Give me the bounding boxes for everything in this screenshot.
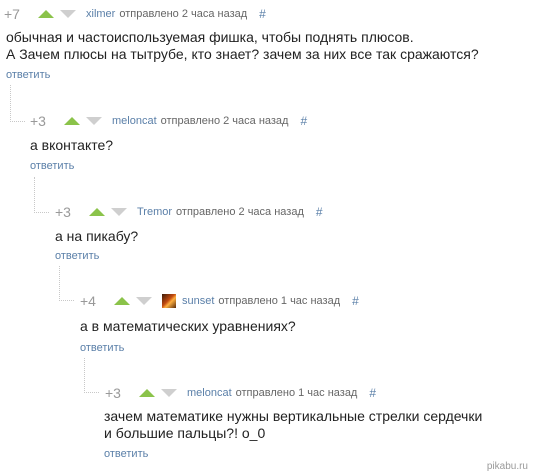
reply-link[interactable]: ответить (55, 250, 99, 262)
downvote-arrow-icon[interactable] (136, 297, 152, 305)
comment-score: +3 (55, 204, 71, 220)
thread-connector (59, 266, 74, 301)
comment-score: +3 (105, 385, 121, 401)
reply-link[interactable]: ответить (30, 160, 74, 172)
downvote-arrow-icon[interactable] (161, 389, 177, 397)
thread-connector (84, 358, 99, 393)
upvote-arrow-icon[interactable] (89, 208, 105, 216)
thread-connector (10, 85, 25, 122)
comment-header: +3 meloncat отправлено 2 часа назад # (30, 113, 307, 129)
comment-header: +3 meloncat отправлено 1 час назад # (105, 385, 376, 401)
comment-timestamp: отправлено 1 час назад (235, 387, 358, 399)
comment-permalink[interactable]: # (316, 205, 323, 219)
comment-header: +7 xilmer отправлено 2 часа назад # (4, 6, 266, 22)
downvote-arrow-icon[interactable] (60, 10, 76, 18)
comment-author[interactable]: Tremor (137, 206, 172, 218)
comment-author[interactable]: meloncat (187, 387, 232, 399)
upvote-arrow-icon[interactable] (114, 297, 130, 305)
upvote-arrow-icon[interactable] (38, 10, 54, 18)
comment-author[interactable]: meloncat (112, 115, 157, 127)
comment-timestamp: отправлено 1 час назад (218, 295, 341, 307)
comment-author[interactable]: xilmer (86, 8, 115, 20)
site-watermark: pikabu.ru (486, 461, 528, 472)
user-avatar-icon[interactable] (162, 294, 176, 308)
comment-permalink[interactable]: # (352, 294, 359, 308)
comment-text: а вконтакте? (30, 137, 114, 153)
comment-author[interactable]: sunset (182, 295, 214, 307)
comment-text: а на пикабу? (55, 228, 139, 244)
comment-text: а в математических уравнениях? (80, 318, 296, 334)
upvote-arrow-icon[interactable] (64, 117, 80, 125)
comment-permalink[interactable]: # (259, 7, 266, 21)
comment-permalink[interactable]: # (369, 386, 376, 400)
comment-text: обычная и частоиспользуемая фишка, чтобы… (6, 29, 479, 62)
comment-score: +4 (80, 293, 96, 309)
comment-permalink[interactable]: # (300, 114, 307, 128)
comment-timestamp: отправлено 2 часа назад (119, 8, 248, 20)
reply-link[interactable]: ответить (104, 448, 148, 460)
comment-header: +3 Tremor отправлено 2 часа назад # (55, 204, 323, 220)
comment-timestamp: отправлено 2 часа назад (176, 206, 304, 218)
downvote-arrow-icon[interactable] (86, 117, 102, 125)
thread-connector (34, 177, 49, 213)
reply-link[interactable]: ответить (80, 342, 124, 354)
comment-score: +3 (30, 113, 46, 129)
comment-timestamp: отправлено 2 часа назад (160, 115, 289, 127)
downvote-arrow-icon[interactable] (111, 208, 127, 216)
reply-link[interactable]: ответить (6, 69, 50, 81)
comment-text: зачем математике нужны вертикальные стре… (104, 408, 483, 441)
comment-score: +7 (4, 6, 20, 22)
comment-header: +4 sunset отправлено 1 час назад # (80, 293, 359, 309)
upvote-arrow-icon[interactable] (139, 389, 155, 397)
